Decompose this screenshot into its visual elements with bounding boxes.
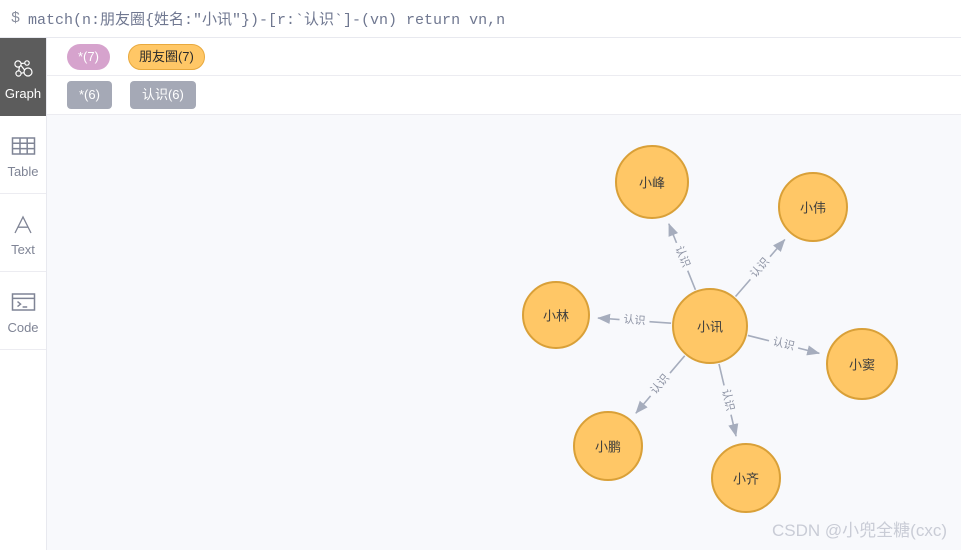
node-circle[interactable]: [826, 328, 898, 400]
text-icon: [11, 210, 35, 240]
query-bar: $ match(n:朋友圈{姓名:"小讯"})-[r:`认识`]-(vn) re…: [0, 0, 961, 38]
relationship-edge[interactable]: [597, 313, 620, 324]
relationship-edge[interactable]: [649, 320, 672, 325]
relationship-type-label: 认识: [672, 244, 692, 269]
relationship-edge[interactable]: [718, 363, 725, 386]
node-circle[interactable]: [615, 145, 689, 219]
relationship-edge[interactable]: [669, 355, 686, 374]
relationship-type-label: 认识: [719, 388, 737, 412]
graph-node[interactable]: 小林: [522, 281, 590, 349]
graph-node[interactable]: 小齐: [711, 443, 781, 513]
sidebar-item-table[interactable]: Table: [0, 116, 46, 194]
relationship-type-label: 认识: [623, 313, 646, 328]
graph-svg: 认识 认识认识认识认识认识 小讯小峰小伟小林小窦小鹏小齐: [522, 145, 898, 513]
relationship-edge[interactable]: [728, 414, 739, 437]
sidebar-item-code-label: Code: [7, 319, 39, 335]
query-statement-text[interactable]: match(n:朋友圈{姓名:"小讯"})-[r:`认识`]-(vn) retu…: [28, 8, 505, 29]
sidebar-item-graph-label: Graph: [4, 86, 42, 101]
sidebar-item-table-label: Table: [7, 163, 39, 179]
graph-node[interactable]: 小窦: [826, 328, 898, 400]
graph-node[interactable]: 小鹏: [573, 411, 643, 481]
relationship-legend-row: *(6) 认识(6): [47, 76, 961, 115]
relationship-edge[interactable]: [797, 345, 820, 356]
relationship-edge[interactable]: [635, 395, 652, 414]
relationship-edge[interactable]: [686, 270, 697, 291]
node-layer: 小讯 小峰 小伟小林小窦小鹏小齐: [522, 145, 898, 513]
graph-icon: [11, 54, 35, 84]
relationship-edge[interactable]: [668, 223, 679, 244]
node-circle[interactable]: [711, 443, 781, 513]
code-icon: [11, 288, 36, 318]
sidebar-item-code[interactable]: Code: [0, 272, 46, 350]
watermark-text: CSDN @小兜全糖(cxc): [772, 521, 947, 540]
graph-visualization-canvas[interactable]: 认识 认识 认识 认识 认识 认识 小讯 小峰 小伟 小林 小窦 小鹏 小齐 CSDN @小兜全糖(c…: [47, 115, 961, 550]
view-mode-sidebar: Graph Table Text Code: [0, 38, 47, 550]
relationship-type-label: 认识: [648, 372, 672, 397]
relationship-edge[interactable]: [734, 278, 751, 298]
legend-node-all[interactable]: *(7): [67, 43, 110, 70]
node-legend-row: *(7) 朋友圈(7): [47, 38, 961, 76]
graph-node[interactable]: 小讯: [672, 288, 748, 364]
relationship-type-label: 认识: [771, 335, 795, 353]
result-panel: *(7) 朋友圈(7) *(6) 认识(6) 认识 认识 认识 认识 认识 认识 小讯 小峰…: [47, 38, 961, 550]
node-circle[interactable]: [672, 288, 748, 364]
sidebar-item-text[interactable]: Text: [0, 194, 46, 272]
table-icon: [11, 132, 36, 162]
node-circle[interactable]: [778, 172, 848, 242]
relationship-edge[interactable]: [747, 334, 770, 342]
graph-node[interactable]: 小伟: [778, 172, 848, 242]
graph-node[interactable]: 小峰: [615, 145, 689, 219]
legend-rel-all[interactable]: *(6): [67, 81, 112, 109]
legend-node-label-friendcircle[interactable]: 朋友圈(7): [127, 43, 205, 70]
query-prompt-symbol: $: [11, 10, 21, 27]
relationship-edge[interactable]: [769, 238, 786, 258]
main-area: Graph Table Text Code *(7) 朋友圈(7) *(6) 认…: [0, 38, 961, 550]
node-circle[interactable]: [573, 411, 643, 481]
sidebar-item-graph[interactable]: Graph: [0, 38, 46, 116]
relationship-type-label: 认识: [748, 255, 772, 280]
node-circle[interactable]: [522, 281, 590, 349]
sidebar-item-text-label: Text: [11, 241, 35, 257]
legend-rel-knows[interactable]: 认识(6): [129, 81, 196, 109]
